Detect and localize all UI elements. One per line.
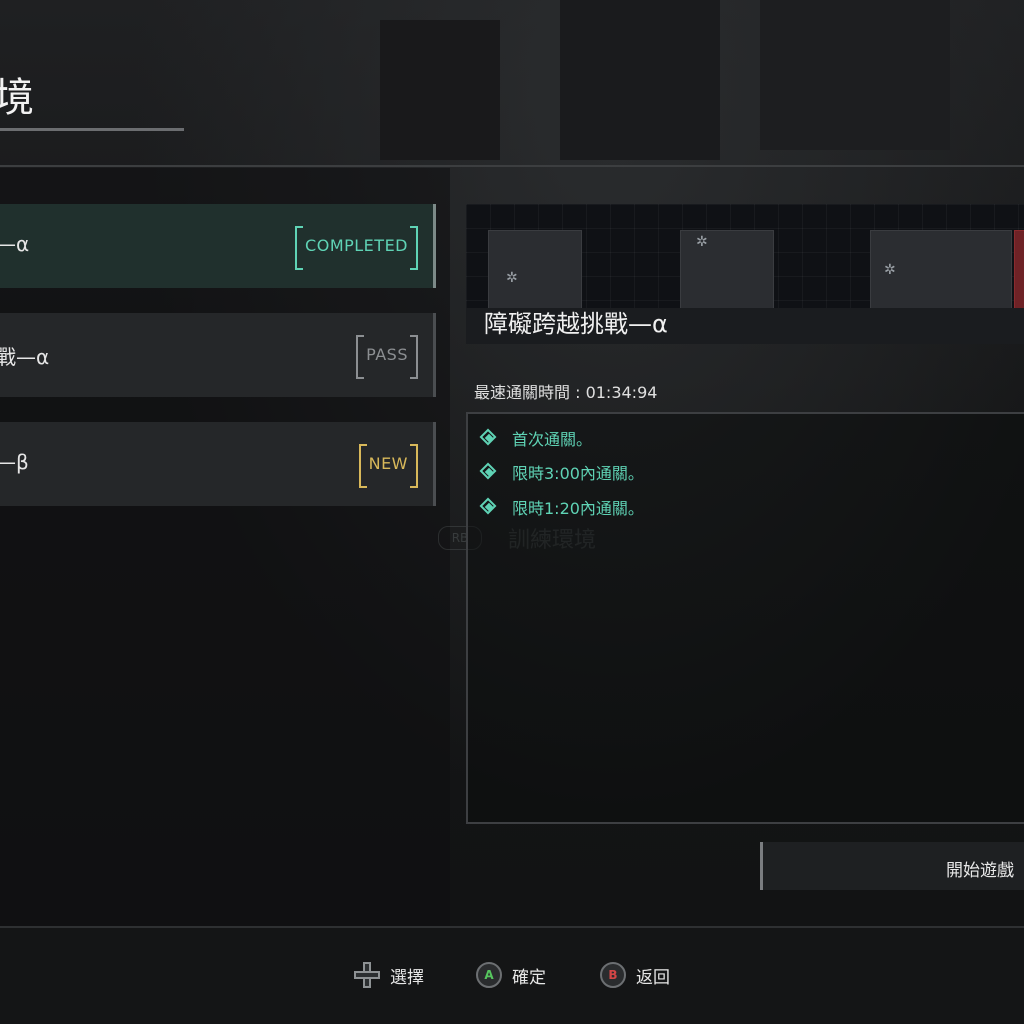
start-game-label: 開始遊戲 — [946, 861, 1014, 881]
drone-icon: ✲ — [696, 234, 708, 250]
stage-name: 戰—α — [0, 345, 50, 369]
stage-detail-title: 障礙跨越挑戰—α — [484, 310, 668, 338]
goal-text: 首次通關。 — [512, 430, 593, 449]
hint-label: 返回 — [636, 967, 670, 988]
goal-item: 限時1:20內通關。 — [480, 495, 644, 519]
goal-item: 首次通關。 — [480, 426, 592, 450]
footer-controls: 選擇 A 確定 B 返回 — [0, 926, 1024, 1024]
preview-tile — [488, 230, 582, 312]
best-time: 最速通關時間 : 01:34:94 — [474, 383, 658, 402]
hint-select: 選擇 — [354, 960, 424, 990]
b-button-icon: B — [600, 962, 626, 988]
hint-confirm[interactable]: A 確定 — [476, 960, 546, 990]
stage-item-1[interactable]: —α COMPLETED — [0, 204, 436, 288]
title-underline — [0, 128, 184, 131]
goal-text: 限時3:00內通關。 — [512, 464, 644, 483]
preview-hazard-tile — [1014, 230, 1024, 312]
status-badge-completed: COMPLETED — [295, 226, 418, 270]
start-game-button[interactable]: 開始遊戲 — [760, 842, 1024, 890]
status-badge-pass: PASS — [356, 335, 418, 379]
stage-name: —α — [0, 232, 30, 256]
background-building — [760, 0, 950, 150]
drone-icon: ✲ — [506, 270, 518, 286]
game-screen: 境 —α COMPLETED 戰—α PASS —β NEW RB 訓練環境 ✲… — [0, 0, 1024, 1024]
diamond-check-icon — [480, 429, 498, 447]
hint-back[interactable]: B 返回 — [600, 960, 670, 990]
goal-item: 限時3:00內通關。 — [480, 460, 644, 484]
diamond-check-icon — [480, 498, 498, 516]
header-divider — [0, 165, 1024, 167]
goals-panel: 首次通關。 限時3:00內通關。 限時1:20內通關。 — [466, 412, 1024, 824]
background-building — [380, 20, 500, 160]
hint-label: 選擇 — [390, 967, 424, 988]
a-button-icon: A — [476, 962, 502, 988]
goal-text: 限時1:20內通關。 — [512, 499, 644, 518]
background-building — [560, 0, 720, 160]
hint-label: 確定 — [512, 967, 546, 988]
dpad-icon — [354, 962, 380, 988]
screen-title: 境 — [0, 75, 34, 121]
status-badge-new: NEW — [358, 444, 419, 488]
stage-name: —β — [0, 450, 29, 474]
drone-icon: ✲ — [884, 262, 896, 278]
preview-tile — [680, 230, 774, 312]
stage-item-2[interactable]: 戰—α PASS — [0, 313, 436, 397]
stage-item-3[interactable]: —β NEW — [0, 422, 436, 506]
diamond-check-icon — [480, 463, 498, 481]
